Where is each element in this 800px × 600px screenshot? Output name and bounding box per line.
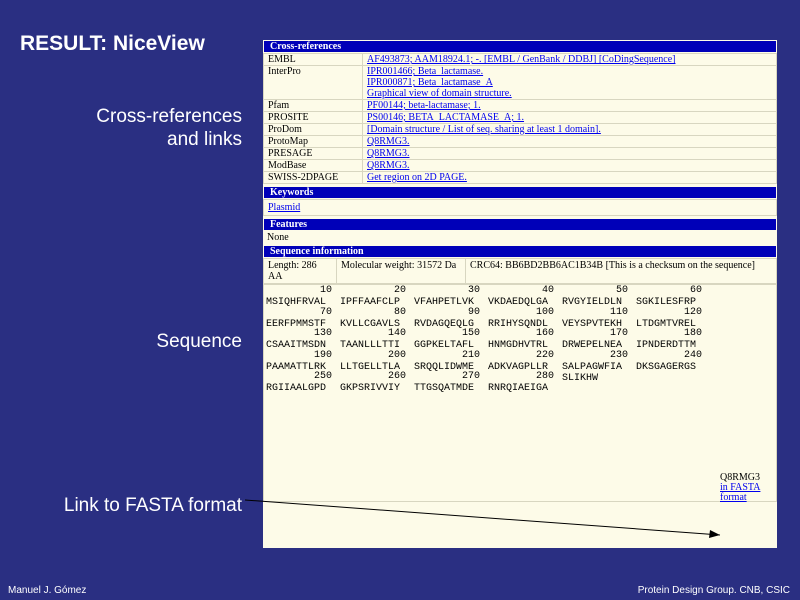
footer-org: Protein Design Group. CNB, CSIC bbox=[637, 585, 790, 596]
footer-author: Manuel J. Gómez bbox=[8, 585, 87, 596]
pointer-arrow bbox=[244, 499, 721, 538]
